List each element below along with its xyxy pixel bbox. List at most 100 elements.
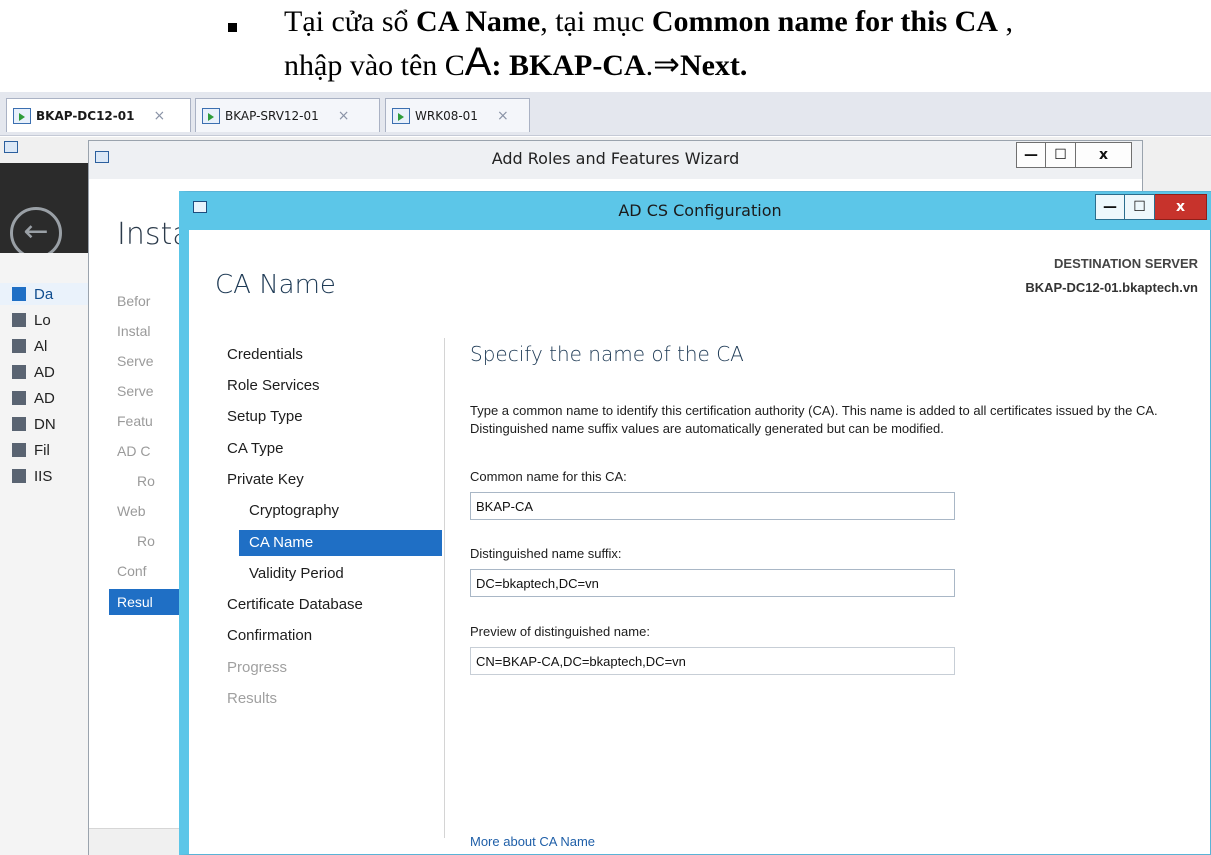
- section-heading: Specify the name of the CA: [470, 342, 744, 366]
- close-icon[interactable]: ×: [497, 108, 509, 124]
- wizard-step: AD C: [117, 443, 151, 459]
- bullet-marker: [228, 23, 237, 32]
- common-name-input[interactable]: [470, 492, 955, 520]
- instruction-caption: Tại cửa sổ CA Name, tại mục Common name …: [228, 2, 1208, 90]
- nav-item-label: Fil: [34, 441, 50, 459]
- file-services-icon: [12, 443, 26, 457]
- wizard-window-controls: — ☐ x: [1016, 142, 1132, 168]
- wizard-step: Befor: [117, 293, 151, 309]
- local-server-icon: [12, 313, 26, 327]
- vm-tab-label: WRK08-01: [415, 108, 478, 123]
- dn-suffix-input[interactable]: [470, 569, 955, 597]
- vm-tab-label: BKAP-SRV12-01: [225, 108, 319, 123]
- maximize-button[interactable]: ☐: [1125, 194, 1155, 220]
- close-button[interactable]: x: [1076, 142, 1132, 168]
- nav-item-label: Al: [34, 337, 48, 355]
- wizard-step: Web: [117, 503, 146, 519]
- nav-item-label: IIS: [34, 467, 53, 485]
- nav-item-local-server[interactable]: Lo: [12, 309, 51, 331]
- dn-preview-label: Preview of distinguished name:: [470, 624, 650, 639]
- wizard-step: Featu: [117, 413, 153, 429]
- caption-line-1: Tại cửa sổ CA Name, tại mục Common name …: [284, 4, 1013, 40]
- dn-suffix-label: Distinguished name suffix:: [470, 546, 622, 561]
- iis-icon: [12, 469, 26, 483]
- destination-server-label: DESTINATION SERVER: [1054, 256, 1198, 271]
- vm-tab-strip: BKAP-DC12-01 × BKAP-SRV12-01 × WRK08-01 …: [0, 92, 1211, 136]
- nav-item-ad-cs[interactable]: AD: [12, 361, 55, 383]
- virtual-machine-icon: [392, 107, 410, 124]
- step-cryptography[interactable]: Cryptography: [249, 498, 339, 524]
- step-progress: Progress: [227, 659, 288, 676]
- wizard-step: Serve: [117, 383, 154, 399]
- wizard-step: Instal: [117, 323, 151, 339]
- back-arrow-icon[interactable]: ←: [10, 207, 62, 259]
- caption-bold-next: Next.: [679, 49, 748, 82]
- step-validity-period[interactable]: Validity Period: [249, 561, 344, 587]
- step-ca-name[interactable]: CA Name: [239, 530, 442, 556]
- server-manager-icon: [4, 141, 18, 153]
- nav-item-all-servers[interactable]: Al: [12, 335, 47, 357]
- step-private-key[interactable]: Private Key: [227, 467, 304, 493]
- more-about-ca-name-link[interactable]: More about CA Name: [470, 834, 595, 849]
- destination-server-name: BKAP-DC12-01.bkaptech.vn: [1025, 280, 1198, 295]
- server-manager-nav: Da Lo Al AD AD DN Fil IIS: [0, 253, 88, 855]
- close-button[interactable]: x: [1155, 194, 1207, 220]
- nav-item-label: AD: [34, 389, 55, 407]
- dns-icon: [12, 417, 26, 431]
- section-description: Type a common name to identify this cert…: [470, 403, 1158, 436]
- step-ca-type[interactable]: CA Type: [227, 436, 283, 462]
- virtual-machine-icon: [13, 107, 31, 124]
- nav-item-dashboard[interactable]: Da: [0, 283, 88, 305]
- all-servers-icon: [12, 339, 26, 353]
- nav-item-label: DN: [34, 415, 56, 433]
- vm-tab-wrk08-01[interactable]: WRK08-01 ×: [385, 98, 530, 132]
- step-confirmation[interactable]: Confirmation: [227, 623, 312, 649]
- vertical-divider: [444, 338, 445, 838]
- vm-tab-bkap-srv12-01[interactable]: BKAP-SRV12-01 ×: [195, 98, 380, 132]
- vm-tab-bkap-dc12-01[interactable]: BKAP-DC12-01 ×: [6, 98, 191, 132]
- adcs-window-controls: — ☐ x: [1095, 194, 1207, 220]
- caption-text: Tại cửa sổ: [284, 5, 417, 38]
- minimize-button[interactable]: —: [1016, 142, 1046, 168]
- caption-text: nhập vào tên C: [284, 49, 465, 82]
- wizard-step-active: Resul: [109, 589, 185, 615]
- destination-server-info: DESTINATION SERVER BKAP-DC12-01.bkaptech…: [1025, 252, 1198, 300]
- ad-cs-icon: [12, 365, 26, 379]
- step-credentials[interactable]: Credentials: [227, 342, 303, 368]
- nav-item-file-services[interactable]: Fil: [12, 439, 50, 461]
- maximize-button[interactable]: ☐: [1046, 142, 1076, 168]
- close-icon[interactable]: ×: [338, 108, 350, 124]
- minimize-button[interactable]: —: [1095, 194, 1125, 220]
- step-setup-type[interactable]: Setup Type: [227, 404, 303, 430]
- step-role-services[interactable]: Role Services: [227, 373, 320, 399]
- arrow-right-icon: ⇒: [653, 46, 680, 82]
- dashboard-icon: [12, 287, 26, 301]
- caption-text: ,: [997, 5, 1013, 38]
- caption-colon: :: [491, 49, 502, 82]
- caption-big-letter: A: [464, 40, 492, 84]
- wizard-step: Serve: [117, 353, 154, 369]
- virtual-machine-icon: [202, 107, 220, 124]
- nav-item-label: Lo: [34, 311, 51, 329]
- common-name-label: Common name for this CA:: [470, 469, 627, 484]
- step-results: Results: [227, 690, 278, 707]
- nav-item-dns[interactable]: DN: [12, 413, 56, 435]
- caption-bold-bkap-ca: BKAP-CA: [501, 49, 646, 82]
- ad-ds-icon: [12, 391, 26, 405]
- nav-item-iis[interactable]: IIS: [12, 465, 52, 487]
- adcs-title-bar[interactable]: AD CS Configuration — ☐ x: [189, 192, 1211, 230]
- dn-preview-field: [470, 647, 955, 675]
- wizard-title-bar[interactable]: Add Roles and Features Wizard — ☐ x: [89, 141, 1142, 179]
- caption-text: , tại mục: [540, 5, 652, 38]
- vm-tab-label: BKAP-DC12-01: [36, 108, 135, 123]
- caption-bold-common-name: Common name for this CA: [651, 5, 998, 38]
- nav-item-label: Da: [34, 285, 54, 303]
- caption-line-2: nhập vào tên CA: BKAP-CA.⇒Next.: [284, 42, 748, 84]
- wizard-title: Add Roles and Features Wizard: [491, 149, 740, 168]
- close-icon[interactable]: ×: [153, 108, 165, 124]
- adcs-configuration-window: AD CS Configuration — ☐ x DESTINATION SE…: [179, 191, 1211, 855]
- step-certificate-database[interactable]: Certificate Database: [227, 592, 363, 618]
- nav-item-ad-ds[interactable]: AD: [12, 387, 55, 409]
- adcs-title: AD CS Configuration: [618, 201, 782, 220]
- page-title: CA Name: [215, 270, 336, 300]
